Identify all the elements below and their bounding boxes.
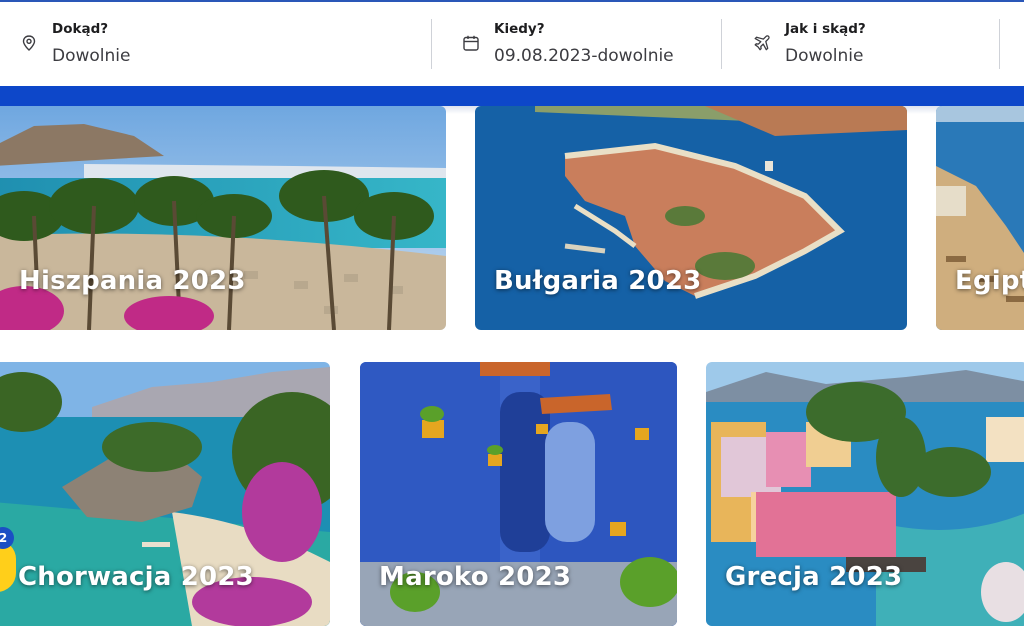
destination-label: Dokąd? [52,21,109,37]
destination-card-spain[interactable]: Hiszpania 2023 [0,106,446,330]
date-value: 09.08.2023-dowolnie [494,46,674,66]
transport-value: Dowolnie [785,46,864,66]
field-divider [431,19,432,69]
calendar-icon [463,35,479,51]
destination-card-greece[interactable]: Grecja 2023 [706,362,1024,626]
destination-card-egypt[interactable]: Egipt [936,106,1024,330]
field-divider [721,19,722,69]
card-title-greece: Grecja 2023 [725,562,903,592]
field-divider [999,19,1000,69]
map-pin-icon [22,35,36,51]
search-bar: Dokąd? Dowolnie Kiedy? 09.08.2023-dowoln… [0,2,1024,86]
card-title-bulgaria: Bułgaria 2023 [494,266,702,296]
egypt-photo [936,106,1024,330]
bulgaria-photo [475,106,907,330]
transport-field[interactable]: Jak i skąd? Dowolnie [753,16,993,74]
card-title-croatia: Chorwacja 2023 [18,562,254,592]
card-title-morocco: Maroko 2023 [379,562,572,592]
plane-icon [754,35,770,51]
date-label: Kiedy? [494,21,545,37]
accent-band [0,86,1024,106]
card-title-egypt: Egipt [955,266,1024,296]
destination-card-croatia[interactable]: Chorwacja 2023 [0,362,330,626]
card-title-spain: Hiszpania 2023 [19,266,246,296]
destination-card-bulgaria[interactable]: Bułgaria 2023 [475,106,907,330]
transport-label: Jak i skąd? [785,21,866,37]
spain-photo [0,106,446,330]
destination-value: Dowolnie [52,46,131,66]
destination-card-morocco[interactable]: Maroko 2023 [360,362,677,626]
destination-field[interactable]: Dokąd? Dowolnie [20,16,420,74]
date-field[interactable]: Kiedy? 09.08.2023-dowolnie [462,16,712,74]
